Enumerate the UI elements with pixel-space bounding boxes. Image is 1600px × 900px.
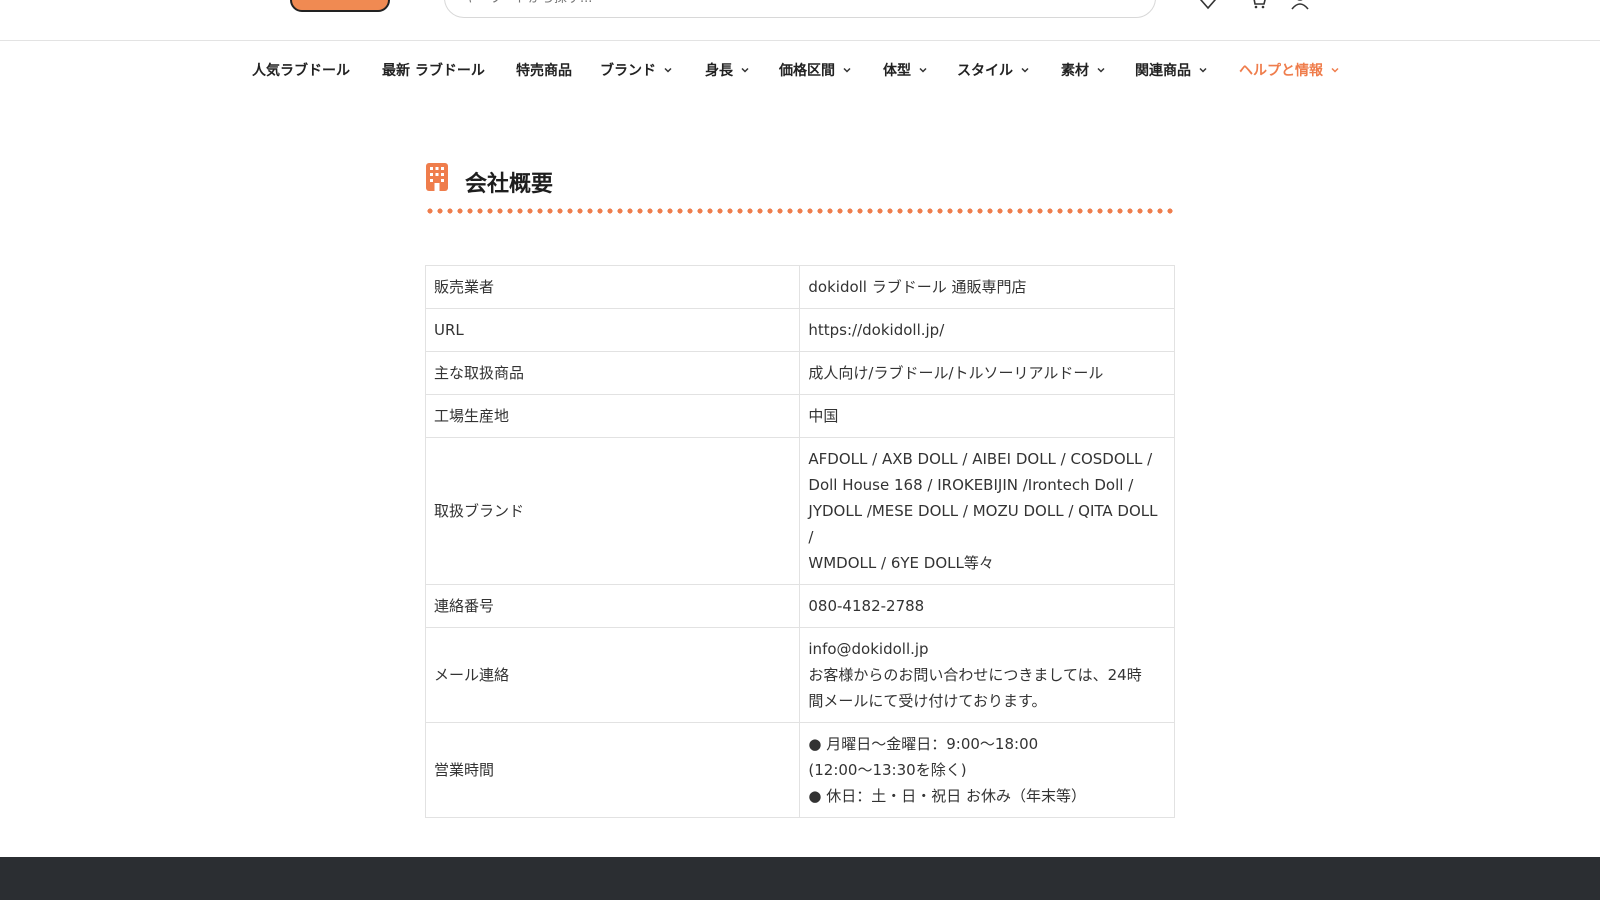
nav-item-height[interactable]: 身長 <box>705 58 750 82</box>
chevron-down-icon <box>1021 67 1029 73</box>
row-label: 主な取扱商品 <box>424 351 801 395</box>
brand-line: WMDOLL / 6YE DOLL等々 <box>808 554 994 572</box>
row-label: 工場生産地 <box>424 394 801 438</box>
chevron-down-icon <box>919 67 927 73</box>
nav-item-price[interactable]: 価格区間 <box>779 58 852 82</box>
nav-item-style[interactable]: スタイル <box>957 58 1030 82</box>
chevron-down-icon <box>843 67 851 73</box>
nav-item-help[interactable]: ヘルプと情報 <box>1239 58 1340 82</box>
site-header <box>0 0 1600 41</box>
hours-line: ● 休日：土・日・祝日 お休み（年末等） <box>808 787 1087 805</box>
hours-line: ● 月曜日～金曜日：9:00～18:00 <box>808 735 1039 753</box>
row-label: URL <box>424 308 801 352</box>
row-label: 連絡番号 <box>424 584 801 628</box>
nav-item-newest[interactable]: 最新 ラブドール <box>382 58 485 82</box>
table-row: URL https://dokidoll.jp/ <box>424 308 1175 352</box>
company-info-table: 販売業者 dokidoll ラブドール 通販専門店 URL https://do… <box>424 265 1175 818</box>
nav-item-material[interactable]: 素材 <box>1061 58 1106 82</box>
chevron-down-icon <box>741 67 749 73</box>
main-navigation: 人気ラブドール 最新 ラブドール 特売商品 ブランド 身長 価格区間 体型 スタ… <box>0 58 1600 84</box>
table-row: 取扱ブランド AFDOLL / AXB DOLL / AIBEI DOLL / … <box>424 437 1175 585</box>
email-note-line: 間メールにて受け付けております。 <box>808 692 1047 710</box>
dotted-divider <box>425 208 1175 214</box>
row-value: 成人向け/ラブドール/トルソーリアルドール <box>799 351 1175 395</box>
cart-icon[interactable] <box>1248 0 1268 10</box>
row-label: メール連絡 <box>424 627 801 723</box>
table-row: 販売業者 dokidoll ラブドール 通販専門店 <box>424 265 1175 309</box>
account-icon[interactable] <box>1290 0 1310 10</box>
email-note-line: お客様からのお問い合わせにつきましては、24時 <box>808 666 1142 684</box>
search-input[interactable] <box>463 0 1103 17</box>
page-heading: 会社概要 <box>425 158 1175 218</box>
page-title: 会社概要 <box>465 172 554 197</box>
hours-line: (12:00～13:30を除く) <box>808 761 967 779</box>
chevron-down-icon <box>1331 67 1339 73</box>
email-link[interactable]: info@dokidoll.jp <box>808 636 1166 662</box>
row-label: 営業時間 <box>424 722 801 818</box>
table-row: メール連絡 info@dokidoll.jp お客様からのお問い合わせにつきまし… <box>424 627 1175 723</box>
row-value: ● 月曜日～金曜日：9:00～18:00 (12:00～13:30を除く) ● … <box>799 722 1175 818</box>
brand-line: JYDOLL /MESE DOLL / MOZU DOLL / QITA DOL… <box>808 502 1158 546</box>
row-value: AFDOLL / AXB DOLL / AIBEI DOLL / COSDOLL… <box>799 437 1175 585</box>
table-row: 工場生産地 中国 <box>424 394 1175 438</box>
nav-item-popular[interactable]: 人気ラブドール <box>252 58 350 82</box>
site-footer <box>0 857 1600 900</box>
row-value: dokidoll ラブドール 通販専門店 <box>799 265 1175 309</box>
table-row: 連絡番号 080-4182-2788 <box>424 584 1175 628</box>
row-value: info@dokidoll.jp お客様からのお問い合わせにつきましては、24時… <box>799 627 1175 723</box>
chevron-down-icon <box>1199 67 1207 73</box>
phone-number: 080-4182-2788 <box>799 584 1175 628</box>
brand-line: AFDOLL / AXB DOLL / AIBEI DOLL / COSDOLL… <box>808 450 1153 468</box>
wishlist-heart-icon[interactable] <box>1198 0 1218 10</box>
brand-line: Doll House 168 / IROKEBIJIN /Irontech Do… <box>808 476 1134 494</box>
chevron-down-icon <box>1097 67 1105 73</box>
nav-item-sale[interactable]: 特売商品 <box>516 58 572 82</box>
table-row: 主な取扱商品 成人向け/ラブドール/トルソーリアルドール <box>424 351 1175 395</box>
chevron-down-icon <box>664 67 672 73</box>
nav-item-brand[interactable]: ブランド <box>600 58 673 82</box>
url-link[interactable]: https://dokidoll.jp/ <box>799 308 1175 352</box>
logo[interactable] <box>290 0 390 12</box>
row-label: 販売業者 <box>424 265 801 309</box>
row-value: 中国 <box>799 394 1175 438</box>
search-bar[interactable] <box>444 0 1156 18</box>
building-icon <box>426 163 448 191</box>
nav-item-body-type[interactable]: 体型 <box>883 58 928 82</box>
table-row: 営業時間 ● 月曜日～金曜日：9:00～18:00 (12:00～13:30を除… <box>424 722 1175 818</box>
row-label: 取扱ブランド <box>424 437 801 585</box>
nav-item-related[interactable]: 関連商品 <box>1135 58 1208 82</box>
